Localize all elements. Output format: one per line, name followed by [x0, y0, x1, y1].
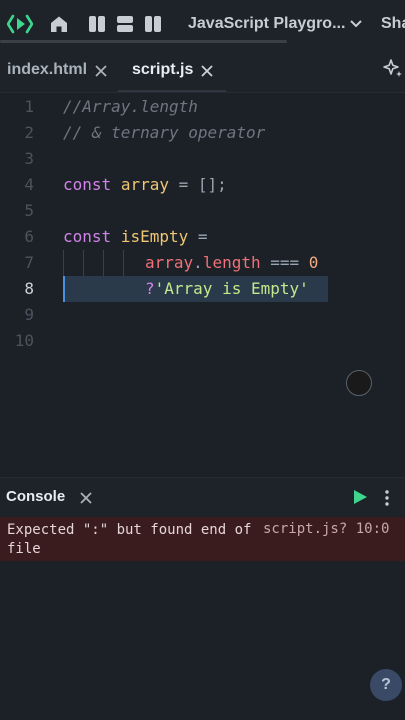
tab-label: script.js: [132, 61, 194, 78]
code-line: 5: [0, 198, 405, 224]
identifier: isEmpty: [120, 227, 189, 246]
code-text: const array = [];: [63, 175, 227, 194]
close-icon[interactable]: [201, 64, 213, 77]
chevron-down-icon[interactable]: [349, 14, 363, 37]
code-text: ?'Array is Empty': [145, 279, 309, 298]
error-location-link[interactable]: script.js? 10:0: [263, 521, 389, 537]
console-error-row: Expected ":" but found end of file scrip…: [0, 517, 405, 561]
operator: ?: [145, 279, 155, 298]
code-line: 6 const isEmpty =: [0, 224, 405, 250]
indent-guide: [103, 250, 104, 276]
code-text: const isEmpty =: [63, 227, 208, 246]
close-icon[interactable]: [95, 64, 107, 77]
code-text: // & ternary operator: [63, 123, 266, 142]
line-number: 8: [24, 279, 34, 298]
indent-guide: [83, 250, 84, 276]
code-text: array.length === 0: [145, 253, 318, 272]
ai-sparkle-icon[interactable]: [382, 58, 404, 85]
close-icon[interactable]: [80, 491, 92, 509]
tab-label: index.html: [7, 61, 88, 78]
line-number: 9: [24, 305, 34, 324]
project-title[interactable]: JavaScript Playgro...: [188, 15, 345, 33]
line-number: 1: [24, 97, 34, 116]
console-title[interactable]: Console: [6, 488, 65, 505]
line-number: 7: [24, 253, 34, 272]
code-line-current: 8 ?'Array is Empty': [0, 276, 405, 302]
line-number: 4: [24, 175, 34, 194]
top-bar: JavaScript Playgro... Sha: [0, 0, 405, 48]
code-line: 7 array.length === 0: [0, 250, 405, 276]
indent-guide: [123, 250, 124, 276]
line-number: 3: [24, 149, 34, 168]
text-cursor: [63, 276, 65, 302]
number: 0: [308, 253, 319, 272]
code-line: 3: [0, 146, 405, 172]
more-options-icon[interactable]: [384, 490, 390, 511]
operator: = [];: [168, 175, 227, 194]
share-button[interactable]: Sha: [381, 15, 405, 33]
line-number: 2: [24, 123, 34, 142]
tab-index-html[interactable]: index.html: [7, 48, 107, 92]
code-line: 1 //Array.length: [0, 94, 405, 120]
run-icon[interactable]: [352, 489, 368, 510]
active-tab-indicator: [118, 90, 226, 92]
code-line: 4 const array = [];: [0, 172, 405, 198]
string: 'Array is Empty': [154, 279, 309, 298]
indent-guide: [63, 250, 64, 276]
file-tabs: index.html script.js: [0, 48, 405, 93]
code-line: 2 // & ternary operator: [0, 120, 405, 146]
code-text: //Array.length: [63, 97, 198, 116]
code-editor[interactable]: 1 //Array.length 2 // & ternary operator…: [0, 94, 405, 476]
code-line: 10: [0, 328, 405, 354]
operator: ===: [260, 253, 309, 272]
loading-progress-bar: [0, 40, 287, 43]
help-button[interactable]: ?: [370, 669, 402, 701]
keyword: const: [63, 227, 112, 246]
console-output: [0, 561, 405, 720]
floating-touch-button[interactable]: [346, 370, 372, 396]
error-message: Expected ":" but found end of file: [7, 522, 260, 557]
console-header: Console: [0, 477, 405, 516]
line-number: 10: [14, 331, 34, 350]
identifier: array: [145, 253, 194, 272]
keyword: const: [63, 175, 112, 194]
code-line: 9: [0, 302, 405, 328]
identifier: array: [120, 175, 169, 194]
property: length: [202, 253, 261, 272]
line-number: 6: [24, 227, 34, 246]
operator: .: [193, 253, 203, 272]
operator: =: [188, 227, 208, 246]
line-number: 5: [24, 201, 34, 220]
tab-script-js[interactable]: script.js: [132, 48, 213, 92]
